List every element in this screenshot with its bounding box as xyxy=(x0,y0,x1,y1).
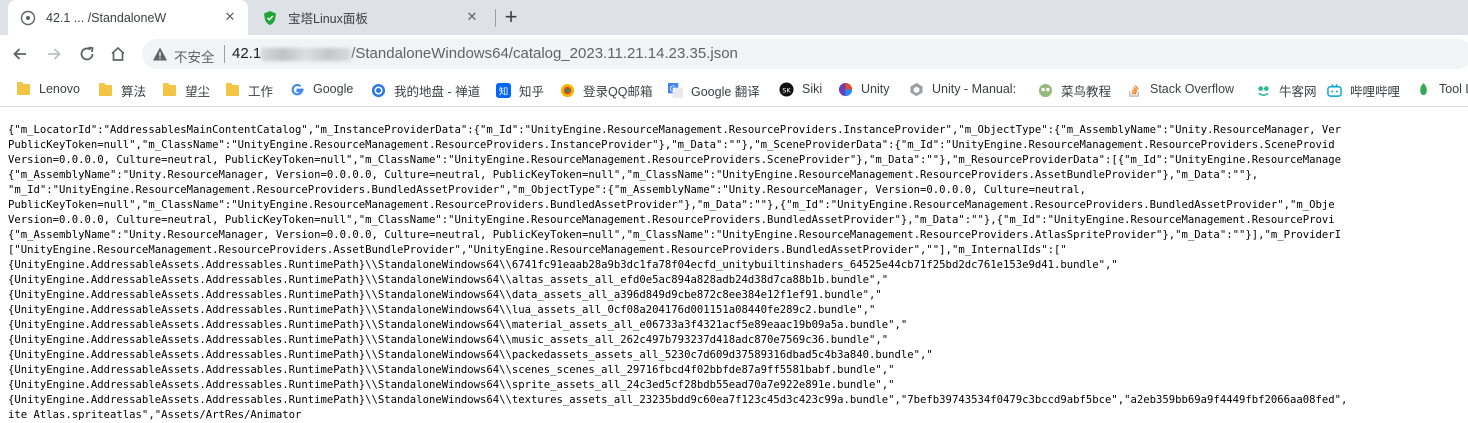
runoob-icon xyxy=(1037,83,1053,99)
json-line: {UnityEngine.AddressableAssets.Addressab… xyxy=(8,289,882,301)
omnibox-divider xyxy=(224,45,225,63)
json-line: PublicKeyToken=null","m_ClassName":"Unit… xyxy=(8,139,1335,151)
json-line: "m_Id":"UnityEngine.ResourceManagement.R… xyxy=(8,184,1086,196)
close-tab-icon[interactable]: ✕ xyxy=(222,9,238,25)
tab-title: 宝塔Linux面板 xyxy=(288,12,368,26)
tab-baota-panel[interactable]: 宝塔Linux面板 ✕ xyxy=(250,0,490,35)
google-icon xyxy=(289,81,305,97)
globe-icon xyxy=(20,10,36,26)
url-text[interactable]: 42.1/StandaloneWindows64/catalog_2023.11… xyxy=(232,45,738,62)
unity-manual-icon xyxy=(908,81,924,97)
json-content: {"m_LocatorId":"AddressablesMainContentC… xyxy=(8,123,1468,423)
bookmark-lenovo[interactable]: Lenovo xyxy=(15,81,80,97)
bookmark-wangchen[interactable]: 望尘 xyxy=(161,81,210,100)
toolbar: 不安全 42.1/StandaloneWindows64/catalog_202… xyxy=(0,35,1468,73)
json-line: {UnityEngine.AddressableAssets.Addressab… xyxy=(8,364,895,376)
svg-text:知: 知 xyxy=(498,85,507,97)
forward-arrow-icon xyxy=(48,48,61,60)
bookmark-stackoverflow[interactable]: Stack Overflow xyxy=(1126,81,1234,97)
json-line: {"m_LocatorId":"AddressablesMainContentC… xyxy=(8,124,1341,136)
bookmark-unity-manual[interactable]: Unity - Manual: xyxy=(908,81,1016,97)
back-button[interactable] xyxy=(7,41,33,67)
json-line: Version=0.0.0.0, Culture=neutral, Public… xyxy=(8,214,1335,226)
bookmark-tool[interactable]: Tool L xyxy=(1415,81,1468,97)
bookmark-google-translate[interactable]: G Google 翻译 xyxy=(667,81,760,100)
warning-icon[interactable] xyxy=(152,46,168,67)
tab-strip: 42.1 ... /StandaloneW ✕ 宝塔Linux面板 ✕ + xyxy=(0,0,1468,35)
bookmark-qqmail[interactable]: 登录QQ邮箱 xyxy=(559,81,652,100)
tab-divider xyxy=(495,9,496,27)
home-icon xyxy=(111,46,125,61)
folder-icon xyxy=(15,81,31,97)
tab-catalog-json[interactable]: 42.1 ... /StandaloneW ✕ xyxy=(8,0,248,35)
address-bar[interactable]: 不安全 42.1/StandaloneWindows64/catalog_202… xyxy=(142,39,1468,69)
siki-icon: SK xyxy=(778,81,794,97)
stackoverflow-icon xyxy=(1126,81,1142,97)
json-line: {UnityEngine.AddressableAssets.Addressab… xyxy=(8,394,1348,406)
zhihu-icon: 知 xyxy=(495,83,511,99)
folder-icon xyxy=(224,83,240,99)
nowcoder-icon xyxy=(1255,83,1271,99)
json-line: ["UnityEngine.ResourceManagement.Resourc… xyxy=(8,244,1067,256)
bookmark-work[interactable]: 工作 xyxy=(224,81,273,100)
bookmark-siki[interactable]: SK Siki xyxy=(778,81,822,97)
bookmark-algorithm[interactable]: 算法 xyxy=(97,81,146,100)
bookmark-google[interactable]: Google xyxy=(289,81,353,97)
redacted-ip-blur xyxy=(261,47,352,61)
json-line: Version=0.0.0.0, Culture=neutral, Public… xyxy=(8,154,1341,166)
json-line: PublicKeyToken=null","m_ClassName":"Unit… xyxy=(8,199,1335,211)
reload-icon xyxy=(80,46,94,61)
tab-title: 42.1 ... /StandaloneW xyxy=(46,10,167,25)
not-secure-label[interactable]: 不安全 xyxy=(174,46,215,66)
svg-text:G: G xyxy=(669,84,675,93)
tool-icon xyxy=(1415,81,1431,97)
folder-icon xyxy=(161,83,177,99)
close-tab-icon[interactable]: ✕ xyxy=(464,9,480,25)
svg-text:SK: SK xyxy=(782,86,791,94)
unity-icon xyxy=(837,81,853,97)
back-arrow-icon xyxy=(13,48,26,60)
json-line: {UnityEngine.AddressableAssets.Addressab… xyxy=(8,274,889,286)
bookmarks-bar: Lenovo 算法 望尘 工作 Google 我的地盘 - 禅道 知知乎 登录Q… xyxy=(0,73,1468,107)
url-host: 42.1 xyxy=(232,45,262,62)
json-line: {UnityEngine.AddressableAssets.Addressab… xyxy=(8,349,933,361)
shield-icon xyxy=(262,10,278,26)
bookmark-zhihu[interactable]: 知知乎 xyxy=(495,81,544,100)
home-button[interactable] xyxy=(105,41,131,67)
reload-button[interactable] xyxy=(74,41,100,67)
json-line: {UnityEngine.AddressableAssets.Addressab… xyxy=(8,319,908,331)
bookmark-nowcoder[interactable]: 牛客网 xyxy=(1255,81,1317,100)
json-line: {"m_AssemblyName":"Unity.ResourceManager… xyxy=(8,229,1341,241)
json-line: {UnityEngine.AddressableAssets.Addressab… xyxy=(8,379,895,391)
forward-button[interactable] xyxy=(41,41,67,67)
json-line: {UnityEngine.AddressableAssets.Addressab… xyxy=(8,304,876,316)
bookmark-runoob[interactable]: 菜鸟教程 xyxy=(1037,81,1111,100)
bookmark-unity[interactable]: Unity xyxy=(837,81,889,97)
bilibili-icon xyxy=(1326,83,1342,99)
url-path: /StandaloneWindows64/catalog_2023.11.21.… xyxy=(351,45,738,62)
json-line: {UnityEngine.AddressableAssets.Addressab… xyxy=(8,259,1118,271)
json-line: ite Atlas.spriteatlas","Assets/ArtRes/An… xyxy=(8,409,302,421)
folder-icon xyxy=(97,83,113,99)
new-tab-button[interactable]: + xyxy=(499,4,523,29)
zentao-icon xyxy=(370,83,386,99)
bookmark-zentao[interactable]: 我的地盘 - 禅道 xyxy=(370,81,480,100)
json-line: {"m_AssemblyName":"Unity.ResourceManager… xyxy=(8,169,1259,181)
json-line: {UnityEngine.AddressableAssets.Addressab… xyxy=(8,334,889,346)
qqmail-icon xyxy=(559,83,575,99)
bookmark-bilibili[interactable]: 哔哩哔哩 xyxy=(1326,81,1400,100)
translate-icon: G xyxy=(667,83,683,99)
